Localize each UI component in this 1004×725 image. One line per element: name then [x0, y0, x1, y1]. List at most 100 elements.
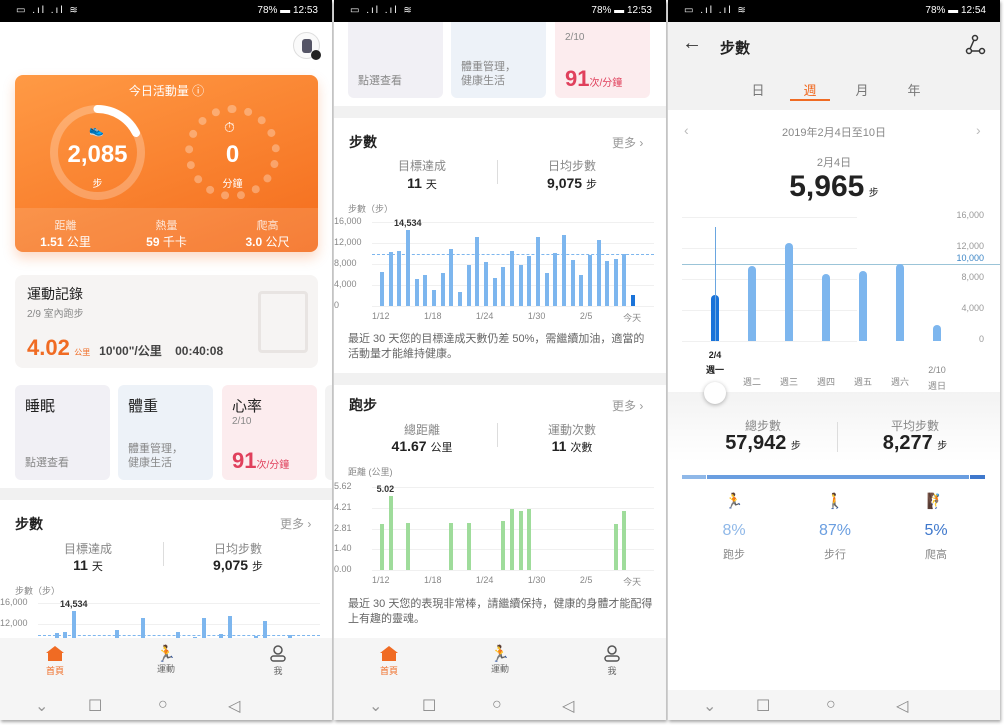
running-icon: 🏃: [490, 646, 510, 663]
activity-card[interactable]: 今日活動量 ⓘ 👟 2,085 步 ⏱ 0 分鐘 距離 1.51 公里 熱量 59 …: [15, 75, 318, 252]
exercise-subtitle: 2/9 室內跑步: [27, 309, 84, 320]
gridline: [38, 624, 320, 625]
tab-0[interactable]: 日: [738, 80, 778, 99]
y-tick-label: 8,000: [961, 272, 984, 282]
breakdown-percent: 87%: [818, 522, 852, 539]
exercise-record-card[interactable]: 運動記錄 2/9 室內跑步 4.02 公里 10'00"/公里 00:40:08: [15, 275, 318, 368]
info-icon[interactable]: ⓘ: [192, 84, 204, 98]
home-button-icon[interactable]: ○: [492, 696, 502, 714]
climbing-icon: 🧗: [926, 493, 946, 510]
day-label: 週四: [816, 377, 835, 387]
tab-3[interactable]: 年: [894, 80, 934, 99]
breakdown-segment: [682, 475, 707, 479]
exercise-pace: 10'00"/公里: [99, 344, 162, 358]
run-bar: [622, 510, 627, 570]
day-bar[interactable]: [896, 263, 904, 341]
home-screen: ▭ .ıl .ıl ≋ 78% ▬ 12:53 今日活動量 ⓘ 👟 2,085 步…: [0, 0, 332, 720]
day-bar[interactable]: [822, 274, 830, 341]
header: [668, 22, 1000, 110]
breakdown-percent: 8%: [722, 522, 746, 539]
step-bar: [440, 273, 445, 306]
home-icon: [380, 646, 398, 661]
step-bar: [605, 260, 610, 306]
user-icon: [604, 645, 620, 662]
minutes-value: 0: [225, 141, 240, 168]
step-bar: [501, 267, 506, 306]
minutes-unit: 分鐘: [222, 179, 243, 190]
steps-value: 2,085: [67, 141, 128, 168]
step-bar: [431, 290, 436, 306]
collapse-icon[interactable]: ⌄: [369, 696, 382, 716]
x-tick-label: 1/18: [423, 575, 442, 585]
gridline: [682, 341, 857, 342]
nav-home[interactable]: 首頁: [359, 644, 419, 677]
more-link[interactable]: 更多 ›: [280, 515, 311, 532]
step-bar: [483, 261, 488, 306]
tab-2[interactable]: 月: [842, 80, 882, 99]
back-icon[interactable]: ◁: [562, 696, 574, 716]
run-bar: [388, 495, 393, 570]
gridline: [372, 487, 654, 488]
x-tick-label: 1/30: [527, 311, 546, 321]
home-button-icon[interactable]: ○: [826, 696, 836, 714]
goal-label: 10,000: [956, 252, 984, 263]
day-bar[interactable]: [859, 271, 867, 341]
step-bar: [405, 229, 410, 306]
step-bar: [553, 252, 558, 306]
y-tick-label: 0: [334, 300, 340, 310]
share-icon[interactable]: [964, 34, 986, 61]
day-bar[interactable]: [748, 265, 756, 341]
steps-section[interactable]: 步數 更多 › 目標達成 11 天 日均步數 9,075 步 步數（步） 16,…: [334, 120, 666, 372]
y-tick-label: 16,000: [334, 216, 362, 226]
nav-exercise[interactable]: 🏃 運動: [470, 644, 530, 675]
recents-icon[interactable]: ☐: [756, 696, 770, 716]
more-card[interactable]: [325, 385, 332, 480]
first-date-label: 2/4: [708, 350, 722, 360]
back-arrow-icon[interactable]: ←: [682, 32, 702, 55]
tab-underline: [790, 99, 830, 101]
more-link[interactable]: 更多 ›: [612, 397, 643, 414]
home-button-icon[interactable]: ○: [158, 696, 168, 714]
recents-icon[interactable]: ☐: [422, 696, 436, 716]
gridline: [372, 306, 654, 307]
step-bar: [535, 237, 540, 306]
back-icon[interactable]: ◁: [896, 696, 908, 716]
more-link[interactable]: 更多 ›: [612, 134, 643, 151]
day-label: 週二: [742, 377, 761, 387]
max-value-label: 14,534: [393, 217, 422, 228]
home-icon: [46, 646, 64, 661]
step-bar: [509, 250, 514, 306]
nav-home[interactable]: 首頁: [25, 644, 85, 677]
run-bar: [380, 524, 384, 570]
step-bar: [561, 235, 566, 306]
collapse-icon[interactable]: ⌄: [703, 696, 716, 716]
device-avatar[interactable]: [293, 32, 321, 60]
sleep-card[interactable]: 睡眠 點選查看: [15, 385, 110, 480]
recents-icon[interactable]: ☐: [88, 696, 102, 716]
run-bar: [501, 521, 506, 570]
nav-me[interactable]: 我: [248, 644, 308, 677]
date-slider-handle[interactable]: [704, 382, 726, 404]
collapse-icon[interactable]: ⌄: [35, 696, 48, 716]
run-bar: [613, 524, 618, 570]
step-bar: [457, 292, 462, 306]
nav-exercise[interactable]: 🏃 運動: [136, 644, 196, 675]
day-bar[interactable]: [933, 324, 941, 341]
run-bar: [518, 510, 523, 570]
y-tick-label: 12,000: [956, 241, 984, 251]
day-label: 週六: [890, 377, 909, 387]
x-tick-label: 今天: [623, 577, 642, 587]
day-bar[interactable]: [785, 243, 793, 341]
heart-rate-card[interactable]: 心率 2/10 91次/分鐘: [222, 385, 317, 480]
activity-breakdown-bar: [682, 475, 985, 479]
step-bar: [414, 278, 419, 306]
tab-1[interactable]: 週: [790, 80, 830, 101]
y-tick-label: 5.62: [334, 481, 352, 491]
back-icon[interactable]: ◁: [228, 696, 240, 716]
running-section[interactable]: 跑步 更多 › 總距離 41.67 公里 運動次數 11 次數 距離 (公里) …: [334, 385, 666, 635]
y-tick-label: 2.81: [334, 522, 352, 533]
step-bar: [570, 260, 575, 306]
nav-me[interactable]: 我: [582, 644, 642, 677]
y-tick-label: 12,000: [0, 618, 28, 628]
weight-card[interactable]: 體重 體重管理， 健康生活: [118, 385, 213, 480]
